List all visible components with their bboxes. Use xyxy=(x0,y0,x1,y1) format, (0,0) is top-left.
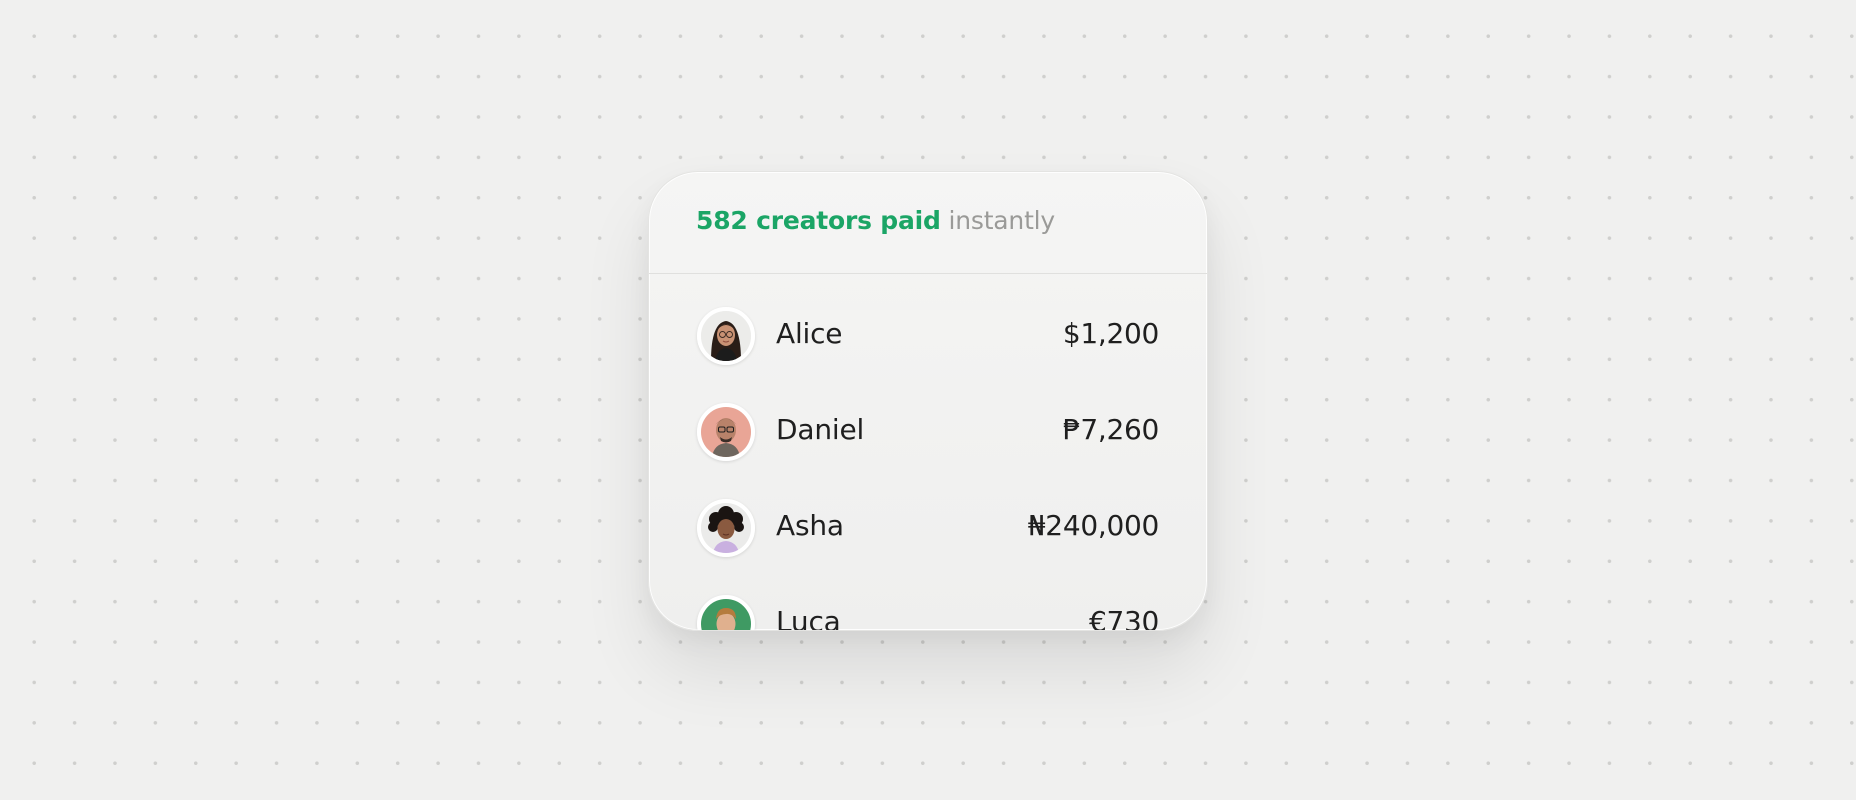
payout-row-luca: Luca €730 xyxy=(649,592,1207,631)
payout-amount: €730 xyxy=(1088,605,1159,631)
payout-amount: ₱7,260 xyxy=(1062,413,1159,446)
avatar-asha xyxy=(697,499,755,557)
payout-row-alice: Alice $1,200 xyxy=(649,304,1207,400)
payout-list: Alice $1,200 Daniel ₱7,260 Asha ₦240,000… xyxy=(649,274,1207,631)
payee-name: Asha xyxy=(776,509,844,542)
payee-name: Alice xyxy=(776,317,843,350)
payout-row-asha: Asha ₦240,000 xyxy=(649,496,1207,592)
man-with-glasses-avatar-icon xyxy=(701,407,751,457)
headline-rest: instantly xyxy=(948,206,1056,235)
card-header: 582 creators paid instantly xyxy=(649,172,1207,274)
avatar-alice xyxy=(697,307,755,365)
payout-amount: $1,200 xyxy=(1062,317,1159,350)
avatar-luca xyxy=(697,595,755,630)
payee-name: Daniel xyxy=(776,413,865,446)
man-green-background-avatar-icon xyxy=(701,599,751,630)
headline-highlight: 582 creators paid xyxy=(696,206,941,235)
payouts-card: 582 creators paid instantly Alice $1,200 xyxy=(648,171,1208,631)
woman-with-glasses-avatar-icon xyxy=(701,311,751,361)
payout-row-daniel: Daniel ₱7,260 xyxy=(649,400,1207,496)
payee-name: Luca xyxy=(776,605,841,631)
payout-amount: ₦240,000 xyxy=(1027,509,1160,542)
avatar-daniel xyxy=(697,403,755,461)
woman-curly-hair-avatar-icon xyxy=(701,503,751,553)
